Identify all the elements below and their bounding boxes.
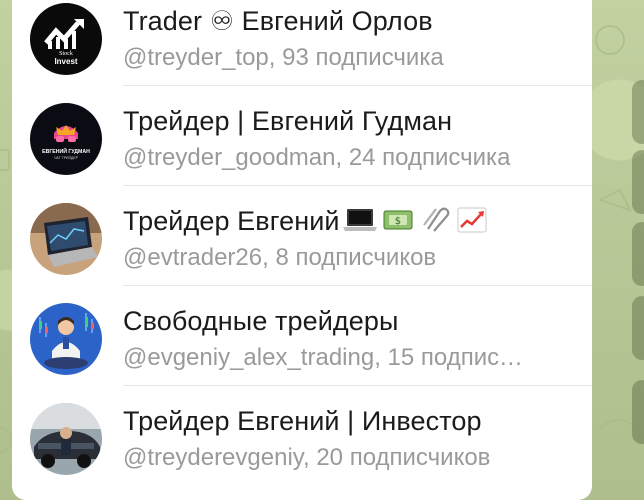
side-action-button[interactable] [632, 150, 644, 214]
logo-text: Invest [54, 57, 77, 66]
paperclips-icon [418, 207, 454, 240]
search-results-list: Stock Invest Trader ♾ Евгений Орлов @tre… [12, 0, 592, 500]
list-item[interactable]: Свободные трейдеры @evgeniy_alex_trading… [12, 286, 592, 386]
laptop-icon [342, 207, 378, 240]
list-item[interactable]: Stock Invest Trader ♾ Евгений Орлов @tre… [12, 0, 592, 86]
chat-subtitle: @evtrader26, 8 подписчиков [123, 244, 437, 271]
avatar [30, 303, 102, 375]
avatar [30, 203, 102, 275]
chat-subtitle: @treyder_top, 93 подписчика [123, 44, 444, 71]
side-action-button[interactable] [632, 296, 644, 360]
avatar: Stock Invest [30, 3, 102, 75]
chat-name-text: Трейдер Евгений [123, 206, 340, 236]
svg-text:$: $ [394, 216, 400, 227]
logo-text: ЕВГЕНИЙ ГУДМАН [42, 147, 90, 155]
chat-subtitle: @treyder_goodman, 24 подписчика [123, 144, 511, 171]
money-bag-icon: $ [380, 207, 416, 240]
side-action-button[interactable] [632, 380, 644, 444]
list-item[interactable]: ЕВГЕНИЙ ГУДМАН ЧАТ ТРЕЙДЕР Трейдер | Евг… [12, 86, 592, 186]
list-item[interactable]: Трейдер Евгений | Инвестор @treyderevgen… [12, 386, 592, 486]
chat-subtitle: @treyderevgeniy, 20 подписчиков [123, 444, 491, 471]
chat-name: Свободные трейдеры [123, 306, 399, 336]
side-action-button[interactable] [632, 222, 644, 286]
chat-subtitle: @evgeniy_alex_trading, 15 подписчиков [123, 344, 523, 371]
chat-name: Трейдер Евгений | Инвестор [123, 406, 482, 436]
chart-increasing-icon [456, 207, 488, 240]
list-item[interactable]: Трейдер Евгений $ @evtrader26, 8 подписчи… [12, 186, 592, 286]
side-action-button[interactable] [632, 80, 644, 144]
avatar: ЕВГЕНИЙ ГУДМАН ЧАТ ТРЕЙДЕР [30, 103, 102, 175]
chat-name: Trader ♾ Евгений Орлов [123, 6, 433, 36]
chat-name: Трейдер Евгений $ [123, 206, 583, 240]
chat-name: Трейдер | Евгений Гудман [123, 106, 453, 136]
logo-text: ЧАТ ТРЕЙДЕР [54, 156, 79, 160]
avatar [30, 403, 102, 475]
